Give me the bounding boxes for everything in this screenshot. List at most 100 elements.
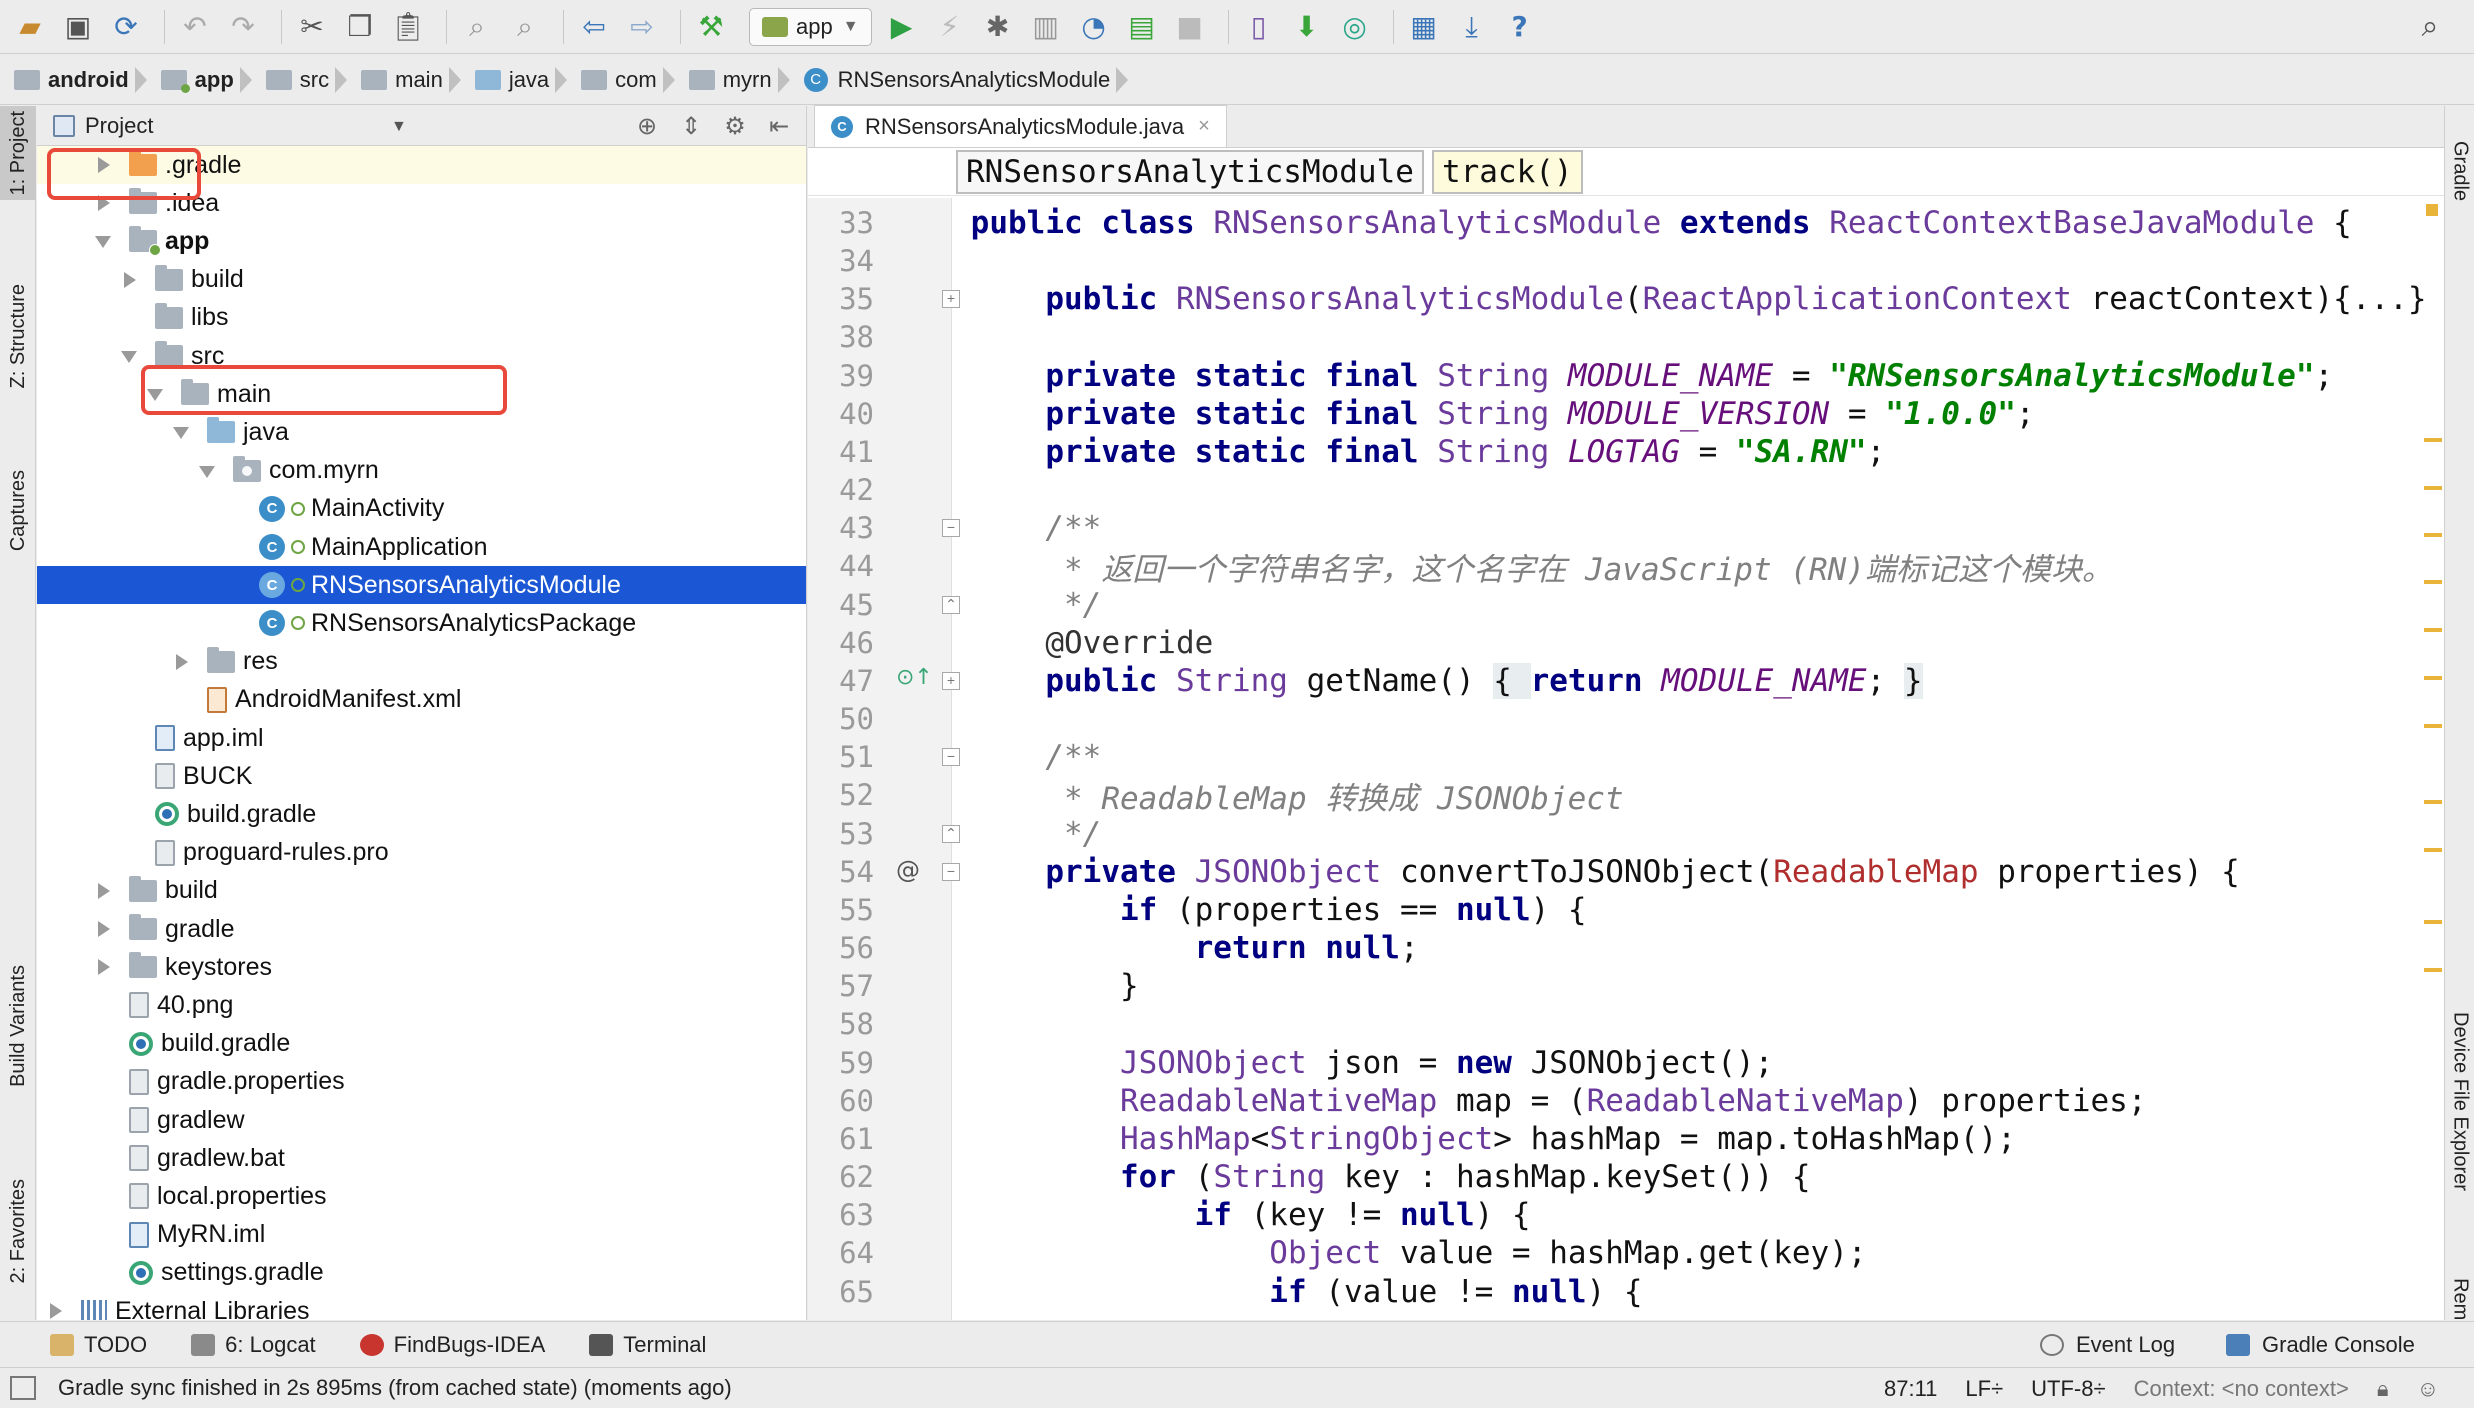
project-view-select[interactable]: Project [85,113,153,139]
line-number[interactable]: 55 [808,891,874,929]
locate-icon[interactable]: ⊕ [630,112,664,140]
tree-item[interactable]: C MainApplication [37,528,806,566]
tree-item[interactable]: .gradle [37,146,806,184]
breadcrumb-project[interactable]: android [14,55,135,105]
code-line[interactable]: */ [952,586,2444,624]
cut-icon[interactable]: ✂ [292,7,332,47]
expanded-arrow-icon[interactable] [145,383,167,405]
tree-item[interactable]: app.iml [37,719,806,757]
warning-marker[interactable] [2424,580,2442,584]
breadcrumb-java[interactable]: java [474,55,555,105]
tree-item[interactable]: libs [37,299,806,337]
line-number[interactable]: 52 [808,776,874,814]
tree-item[interactable]: C MainActivity [37,490,806,528]
line-number[interactable]: 47 [808,662,874,700]
code-line[interactable]: if (value != null) { [952,1273,2444,1311]
expanded-arrow-icon[interactable] [171,421,193,443]
code-line[interactable]: /** [952,509,2444,547]
tab-gradle[interactable]: Gradle [2445,116,2474,226]
line-number[interactable]: 64 [808,1234,874,1272]
warning-marker[interactable] [2424,486,2442,490]
code-line[interactable]: */ [952,815,2444,853]
code-line[interactable]: if (key != null) { [952,1196,2444,1234]
breadcrumb-myrn[interactable]: myrn [688,55,778,105]
attach-icon[interactable]: ◔ [1074,7,1114,47]
tab-structure[interactable]: Z: Structure [0,256,36,416]
tree-item[interactable]: AndroidManifest.xml [37,681,806,719]
tree-item[interactable]: res [37,643,806,681]
tool-gradle-console[interactable]: Gradle Console [2226,1322,2415,1368]
code-line[interactable]: private static final String MODULE_VERSI… [952,395,2444,433]
stop-icon[interactable]: ■ [1170,7,1210,47]
breadcrumb-module[interactable]: app [160,55,240,105]
run-config-select[interactable]: app ▼ [749,7,872,46]
collapsed-arrow-icon[interactable] [93,154,115,176]
code-line[interactable]: * 返回一个字符串名字，这个名字在 JavaScript (RN)端标记这个模块… [952,547,2444,588]
code-line[interactable]: for (String key : hashMap.keySet()) { [952,1158,2444,1196]
code-line[interactable]: private JSONObject convertToJSONObject(R… [952,853,2444,891]
tree-item[interactable]: BUCK [37,757,806,795]
annotation-marker-icon[interactable]: @ [896,856,920,884]
chevron-down-icon[interactable]: ▼ [391,118,407,136]
code-line[interactable]: public RNSensorsAnalyticsModule(ReactApp… [952,280,2444,318]
collapse-all-icon[interactable]: ⇕ [674,112,708,140]
collapsed-arrow-icon[interactable] [119,269,141,291]
find-icon[interactable]: ⌕ [457,7,497,47]
search-icon[interactable]: ⌕ [2410,7,2450,47]
collapsed-arrow-icon[interactable] [171,651,193,673]
back-icon[interactable]: ⇦ [574,7,614,47]
context-indicator[interactable]: Context: <no context> [2134,1376,2349,1402]
breadcrumb-com[interactable]: com [581,55,663,105]
gear-icon[interactable]: ⚙ [718,112,752,140]
code-line[interactable] [952,318,2444,356]
caret-position[interactable]: 87:11 [1884,1376,1937,1402]
tool-findbugs[interactable]: FindBugs-IDEA [359,1332,545,1358]
line-number[interactable]: 42 [808,471,874,509]
code-line[interactable]: public String getName() { return MODULE_… [952,662,2444,700]
tree-item[interactable]: MyRN.iml [37,1216,806,1254]
tree-item[interactable]: app [37,222,806,260]
line-number[interactable]: 41 [808,433,874,471]
tree-item[interactable]: src [37,337,806,375]
redo-icon[interactable]: ↷ [223,7,263,47]
status-message[interactable]: Gradle sync finished in 2s 895ms (from c… [58,1375,732,1401]
apply-changes-icon[interactable]: ⚡ [930,7,970,47]
code-line[interactable] [952,471,2444,509]
warning-marker[interactable] [2424,724,2442,728]
warning-marker[interactable] [2426,204,2438,216]
tree-item[interactable]: proguard-rules.pro [37,834,806,872]
tree-item[interactable]: gradle.properties [37,1063,806,1101]
tool-todo[interactable]: TODO [50,1332,147,1358]
line-separator[interactable]: LF÷ [1965,1376,2003,1402]
line-number[interactable]: 33 [808,204,874,242]
help-icon[interactable]: ? [1500,7,1540,47]
override-marker-icon[interactable]: ⊙↑ [896,665,933,690]
tree-item[interactable]: C RNSensorsAnalyticsPackage [37,604,806,642]
code-line[interactable] [952,1005,2444,1043]
copy-icon[interactable]: ❐ [340,7,380,47]
line-number[interactable]: 38 [808,318,874,356]
project-structure-icon[interactable]: ▦ [1404,7,1444,47]
line-number[interactable]: 46 [808,624,874,662]
code-line[interactable]: public class RNSensorsAnalyticsModule ex… [952,204,2444,242]
coverage-icon[interactable]: ▤ [1122,7,1162,47]
line-number[interactable]: 56 [808,929,874,967]
expanded-arrow-icon[interactable] [197,460,219,482]
code-line[interactable]: ReadableNativeMap map = (ReadableNativeM… [952,1082,2444,1120]
line-number[interactable]: 53 [808,815,874,853]
tab-project[interactable]: 1: Project [0,106,36,200]
file-encoding[interactable]: UTF-8÷ [2031,1376,2105,1402]
collapsed-arrow-icon[interactable] [45,1300,67,1320]
line-number[interactable]: 61 [808,1120,874,1158]
undo-icon[interactable]: ↶ [175,7,215,47]
tree-item[interactable]: build.gradle [37,795,806,833]
tab-device-file-explorer[interactable]: Device File Explorer [2445,936,2474,1266]
code-line[interactable]: } [952,967,2444,1005]
tree-item[interactable]: build [37,872,806,910]
warning-marker[interactable] [2424,628,2442,632]
code-line[interactable]: * ReadableMap 转换成 JSONObject [952,776,2444,817]
tree-item[interactable]: C RNSensorsAnalyticsModule [37,566,806,605]
replace-icon[interactable]: ⌕ [505,7,545,47]
code-line[interactable]: if (properties == null) { [952,891,2444,929]
collapsed-arrow-icon[interactable] [93,192,115,214]
